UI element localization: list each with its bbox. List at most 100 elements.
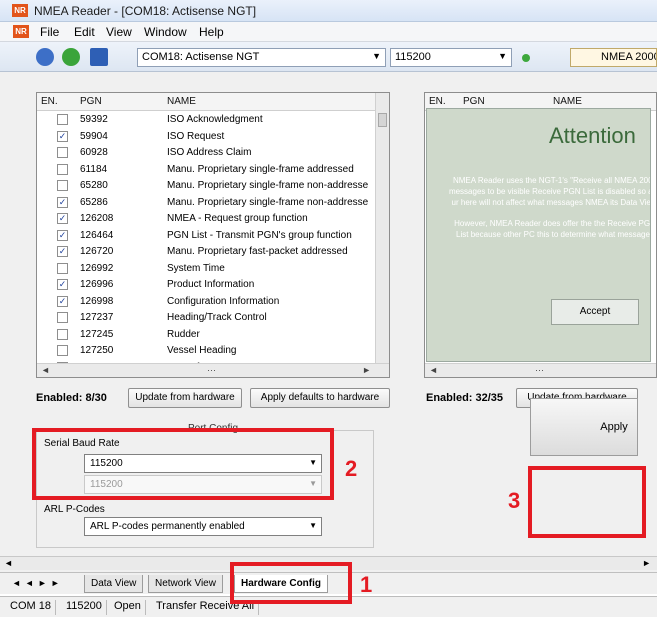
table-row[interactable]: 127250 Vessel Heading — [37, 344, 389, 358]
status-baud: 115200 — [62, 600, 107, 615]
annotation-box-3 — [528, 466, 646, 538]
col-en[interactable]: EN. — [429, 96, 446, 107]
name-cell: Manu. Proprietary single-frame non-addre… — [167, 180, 369, 191]
transmit-pgn-grid[interactable]: EN. PGN NAME 59392 ISO Acknowledgment ✓ 599… — [36, 92, 390, 378]
horizontal-scrollbar[interactable]: ◄ ··· ► — [37, 363, 389, 377]
table-row[interactable]: ✓ 126208 NMEA - Request group function — [37, 212, 389, 226]
pgn-cell: 126720 — [80, 246, 114, 257]
pgn-cell: 59392 — [80, 114, 108, 125]
status-port: COM 18 — [6, 600, 56, 615]
enable-checkbox[interactable]: ✓ — [57, 295, 68, 307]
pgn-cell: 59904 — [80, 130, 108, 142]
enable-checkbox[interactable] — [57, 262, 68, 274]
horizontal-scrollbar[interactable]: ◄ ··· — [425, 363, 656, 377]
annotation-number-3: 3 — [508, 488, 521, 513]
name-cell: NMEA - Request group function — [167, 213, 308, 224]
tab-data-view[interactable]: Data View — [84, 575, 144, 593]
enable-checkbox[interactable] — [57, 147, 68, 158]
enable-checkbox[interactable]: ✓ — [57, 213, 68, 224]
port-select[interactable]: COM18: Actisense NGT ▼ — [137, 48, 386, 67]
col-name[interactable]: NAME — [167, 96, 196, 107]
baud-select[interactable]: 115200 ▼ — [390, 48, 512, 67]
toolbar: COM18: Actisense NGT ▼ 115200 ▼ NMEA 2000 — [0, 42, 657, 72]
table-row[interactable]: ✓ 126996 Product Information — [37, 278, 389, 292]
table-row[interactable]: ✓ 126720 Manu. Proprietary fast-packet add… — [37, 245, 389, 259]
name-cell: Vessel Heading — [167, 345, 237, 356]
name-cell: System Time — [167, 262, 225, 274]
title-bar: NR NMEA Reader - [COM18: Actisense NGT] — [0, 0, 657, 22]
left-enabled-count: Enabled: 8/30 — [36, 392, 107, 404]
attention-overlay: Attention NMEA Reader uses the NGT-1's "… — [426, 108, 651, 362]
name-cell: Heading/Track Control — [167, 312, 267, 323]
refresh-icon[interactable] — [62, 48, 80, 66]
connect-icon[interactable] — [36, 48, 54, 66]
pgn-cell: 126998 — [80, 295, 114, 307]
attention-title: Attention — [549, 123, 636, 148]
apply-defaults-button[interactable]: Apply defaults to hardware — [250, 388, 390, 408]
col-pgn[interactable]: PGN — [80, 96, 102, 107]
enable-checkbox[interactable]: ✓ — [57, 196, 68, 208]
enable-checkbox[interactable] — [57, 114, 68, 125]
col-name[interactable]: NAME — [553, 96, 582, 107]
annotation-box-2 — [32, 428, 334, 500]
pgn-cell: 127237 — [80, 312, 114, 323]
save-icon[interactable] — [90, 48, 108, 66]
accept-button[interactable]: Accept — [551, 299, 639, 325]
window-title: NMEA Reader - [COM18: Actisense NGT] — [34, 4, 257, 18]
attention-message: NMEA Reader uses the NGT-1's "Receive al… — [448, 176, 651, 239]
enable-checkbox[interactable]: ✓ — [57, 279, 68, 290]
table-row[interactable]: 127245 Rudder — [37, 328, 389, 342]
table-row[interactable]: 61184 Manu. Proprietary single-frame addr… — [37, 163, 389, 177]
table-row[interactable]: 127237 Heading/Track Control — [37, 311, 389, 325]
update-from-hardware-button[interactable]: Update from hardware — [128, 388, 242, 408]
name-cell: Configuration Information — [167, 295, 280, 307]
enable-checkbox[interactable] — [57, 312, 68, 323]
pgn-cell: 126996 — [80, 279, 114, 290]
table-row[interactable]: ✓ 126998 Configuration Information — [37, 295, 389, 309]
table-row[interactable]: 65280 Manu. Proprietary single-frame non-… — [37, 179, 389, 193]
chevron-down-icon: ▼ — [372, 51, 381, 61]
table-row[interactable]: ✓ 59904 ISO Request — [37, 130, 389, 144]
table-row[interactable]: 60928 ISO Address Claim — [37, 146, 389, 160]
tab-navigation-arrows[interactable]: ◄◄►► — [12, 578, 64, 588]
pgn-cell: 126464 — [80, 229, 114, 241]
enable-checkbox[interactable] — [57, 163, 68, 175]
pgn-cell: 60928 — [80, 147, 108, 158]
mdi-app-icon[interactable]: NR — [13, 25, 29, 38]
enable-checkbox[interactable] — [57, 345, 68, 356]
annotation-number-1: 1 — [360, 572, 373, 597]
menu-bar: NR File Edit View Window Help — [0, 22, 657, 42]
enable-checkbox[interactable] — [57, 180, 68, 191]
table-row[interactable]: ✓ 65286 Manu. Proprietary single-frame non… — [37, 196, 389, 210]
pgn-cell: 61184 — [80, 163, 108, 175]
annotation-number-2: 2 — [345, 456, 358, 481]
pgn-cell: 126992 — [80, 262, 114, 274]
enable-checkbox[interactable]: ✓ — [57, 130, 68, 142]
pgn-cell: 65280 — [80, 180, 108, 191]
name-cell: ISO Acknowledgment — [167, 114, 263, 125]
name-cell: Manu. Proprietary fast-packet addressed — [167, 246, 348, 257]
table-row[interactable]: 126992 System Time — [37, 262, 389, 276]
connection-status-icon — [522, 54, 530, 62]
col-pgn[interactable]: PGN — [463, 96, 485, 107]
enable-checkbox[interactable] — [57, 328, 68, 340]
tab-network-view[interactable]: Network View — [148, 575, 223, 593]
table-row[interactable]: ✓ 126464 PGN List - Transmit PGN's group f… — [37, 229, 389, 243]
name-cell: Manu. Proprietary single-frame addressed — [167, 163, 354, 175]
enable-checkbox[interactable]: ✓ — [57, 229, 68, 241]
pgn-cell: 126208 — [80, 213, 114, 224]
menu-file[interactable]: File — [40, 25, 59, 39]
apply-button[interactable]: Apply — [530, 398, 638, 456]
enable-checkbox[interactable]: ✓ — [57, 246, 68, 257]
menu-help[interactable]: Help — [199, 25, 224, 39]
menu-edit[interactable]: Edit — [74, 25, 95, 39]
app-icon: NR — [12, 4, 28, 17]
chevron-down-icon: ▼ — [498, 51, 507, 61]
menu-view[interactable]: View — [106, 25, 132, 39]
table-row[interactable]: 59392 ISO Acknowledgment — [37, 113, 389, 127]
col-en[interactable]: EN. — [41, 96, 58, 107]
arl-pcodes-select[interactable]: ARL P-codes permanently enabled ▼ — [84, 517, 322, 536]
name-cell: PGN List - Transmit PGN's group function — [167, 229, 352, 241]
vertical-scrollbar[interactable] — [375, 93, 389, 363]
menu-window[interactable]: Window — [144, 25, 187, 39]
